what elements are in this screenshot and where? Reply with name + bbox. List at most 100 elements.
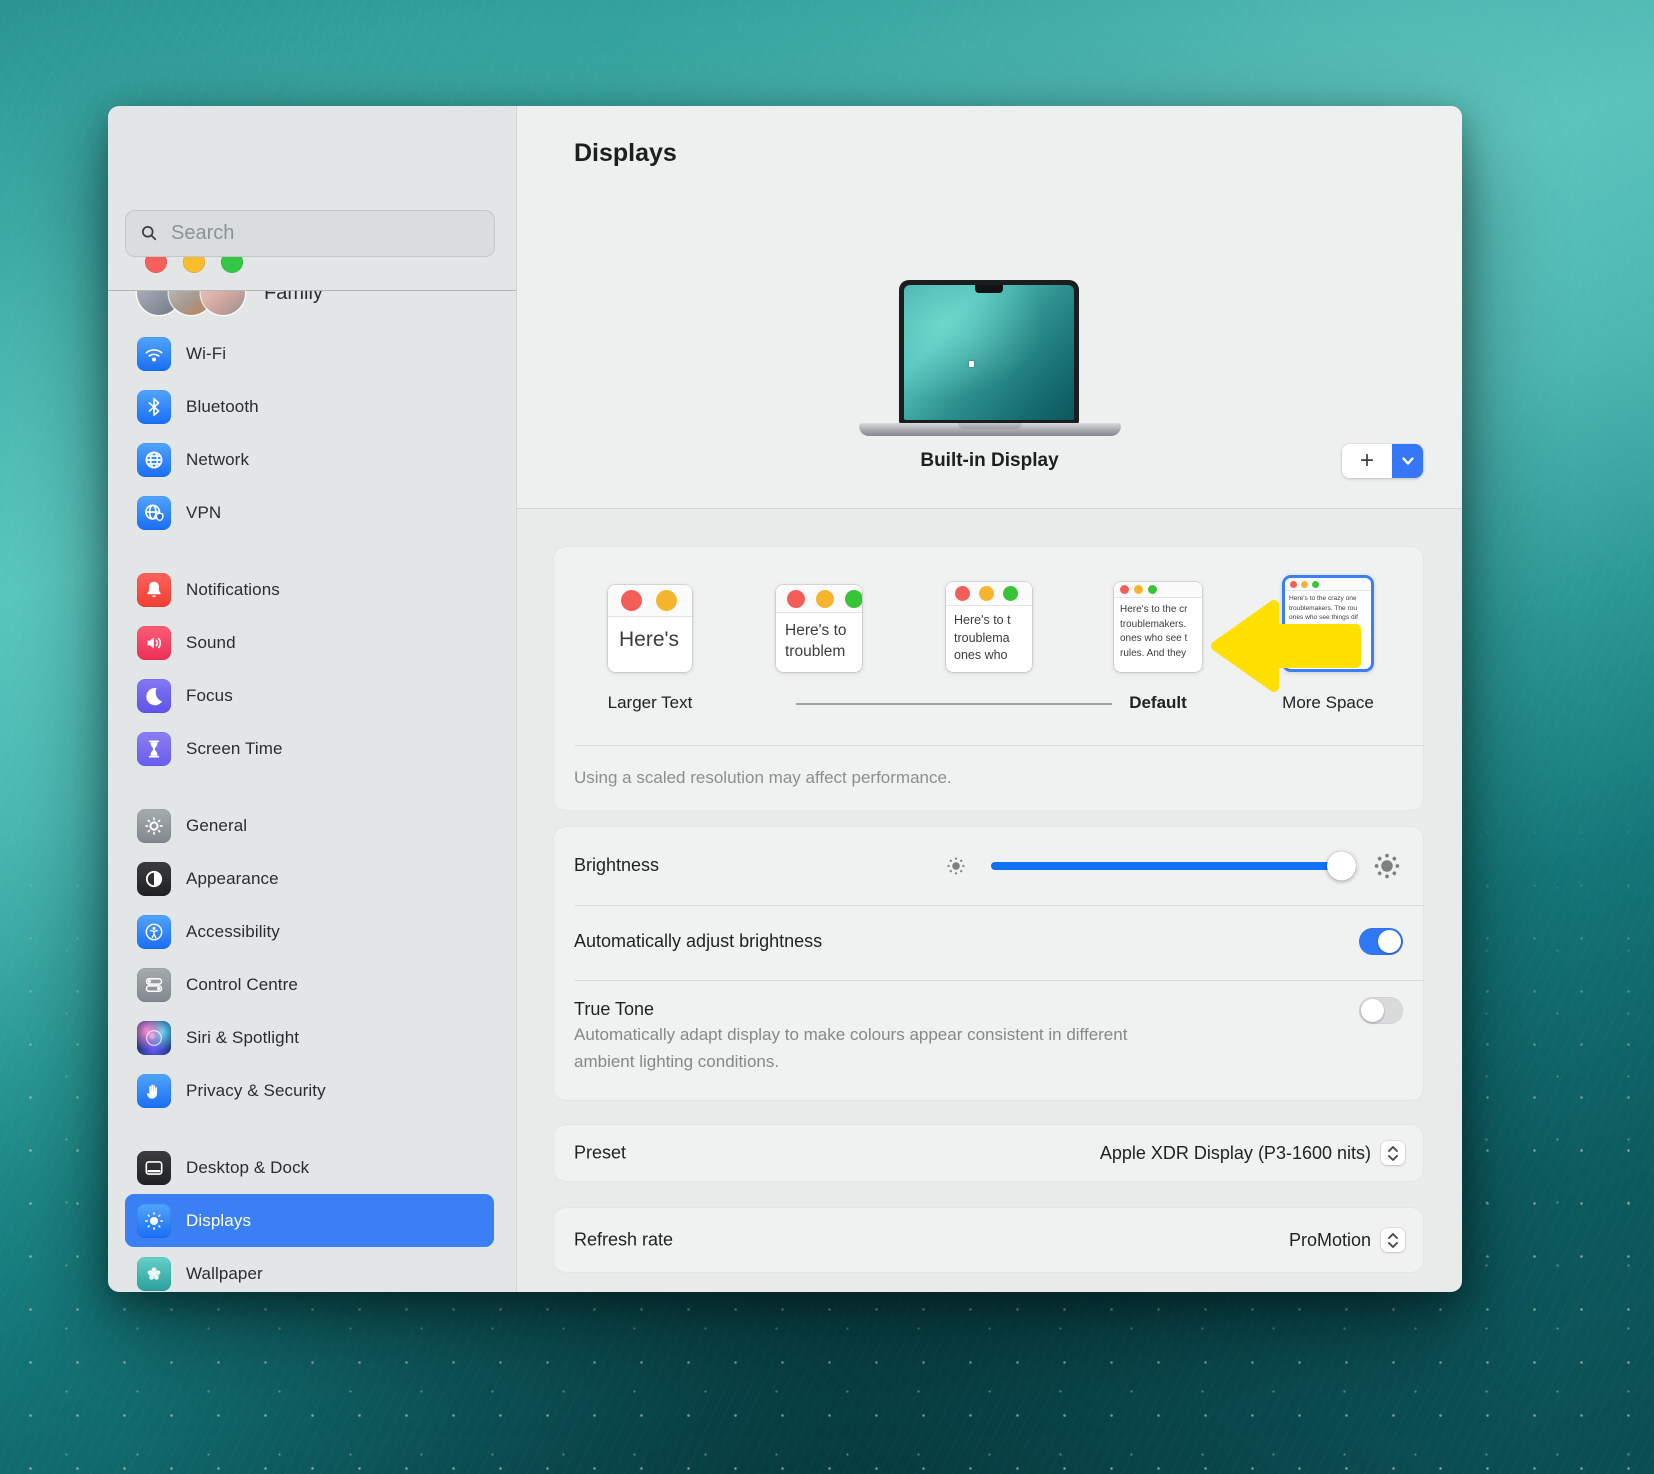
family-label: Family (264, 290, 323, 305)
sidebar-item-privacy-security[interactable]: Privacy & Security (125, 1064, 494, 1117)
add-display-dropdown[interactable] (1392, 444, 1423, 478)
sidebar-group-alerts: Notifications Sound Focus (108, 563, 516, 775)
auto-brightness-toggle[interactable] (1359, 928, 1403, 955)
vpn-globe-shield-icon (137, 496, 171, 530)
sun-max-icon (1372, 851, 1402, 886)
divider (574, 745, 1423, 746)
sidebar-item-wallpaper[interactable]: Wallpaper (125, 1247, 494, 1292)
page-title: Displays (574, 139, 677, 168)
speaker-icon (137, 626, 171, 660)
refresh-rate-stepper[interactable] (1381, 1228, 1405, 1252)
accessibility-icon (137, 915, 171, 949)
sidebar-item-appearance[interactable]: Appearance (125, 852, 494, 905)
preset-card: Preset Apple XDR Display (P3-1600 nits) (554, 1125, 1423, 1181)
sidebar-item-notifications[interactable]: Notifications (125, 563, 494, 616)
yellow-dot-icon (656, 590, 677, 611)
true-tone-label: True Tone (574, 999, 654, 1020)
yellow-dot-icon (1301, 581, 1308, 588)
thumb-titlebar (608, 585, 692, 617)
desktop-dock-icon (137, 1151, 171, 1185)
sidebar-item-sound[interactable]: Sound (125, 616, 494, 669)
toggle-knob (1378, 930, 1401, 953)
chevron-down-icon (1401, 456, 1415, 466)
sidebar-item-screen-time[interactable]: Screen Time (125, 722, 494, 775)
thumb-titlebar (1285, 578, 1371, 591)
wallpaper-flower-icon (137, 1257, 171, 1291)
sidebar-item-wifi[interactable]: Wi-Fi (125, 327, 494, 380)
brightness-card: Brightness Automatically adjust brightne… (554, 827, 1423, 1100)
true-tone-description: Automatically adapt display to make colo… (574, 1021, 1127, 1075)
red-dot-icon (1120, 585, 1129, 594)
resolution-note: Using a scaled resolution may affect per… (574, 768, 952, 788)
display-preview-image (899, 280, 1079, 425)
add-display-button[interactable]: + (1342, 444, 1392, 478)
resolution-scale-line (796, 703, 1112, 705)
hourglass-icon (137, 732, 171, 766)
family-avatars (137, 290, 245, 315)
resolution-option-larger-text[interactable]: Here's (608, 585, 692, 672)
green-dot-icon (1003, 586, 1018, 601)
sidebar-item-siri-spotlight[interactable]: Siri & Spotlight (125, 1011, 494, 1064)
laptop-screen (904, 285, 1074, 420)
laptop-notch (975, 285, 1003, 293)
annotation-arrow-icon (1210, 597, 1368, 697)
sidebar-item-family[interactable]: Family (125, 290, 516, 321)
brightness-knob[interactable] (1327, 852, 1356, 881)
preset-stepper[interactable] (1381, 1141, 1405, 1165)
laptop-base (859, 423, 1121, 436)
red-dot-icon (621, 590, 642, 611)
search-icon (139, 223, 160, 244)
sidebar-item-displays[interactable]: Displays (125, 1194, 494, 1247)
divider (574, 980, 1423, 981)
sidebar-item-general[interactable]: General (125, 799, 494, 852)
auto-brightness-label: Automatically adjust brightness (574, 931, 822, 952)
thumb-text: Here's (608, 617, 692, 652)
thumb-text: Here's to t troublema ones who (946, 606, 1032, 665)
true-tone-toggle[interactable] (1359, 997, 1403, 1024)
bell-icon (137, 573, 171, 607)
system-settings-window: Family Wi-Fi Bluetooth (108, 106, 1462, 1292)
thumb-titlebar (1114, 582, 1202, 598)
sidebar-item-accessibility[interactable]: Accessibility (125, 905, 494, 958)
sidebar-item-focus[interactable]: Focus (125, 669, 494, 722)
green-dot-icon (1312, 581, 1319, 588)
refresh-rate-value: ProMotion (1289, 1230, 1371, 1251)
wifi-icon (137, 337, 171, 371)
thumb-text: Here's to the cr troublemakers. ones who… (1114, 598, 1202, 661)
bluetooth-icon (137, 390, 171, 424)
sun-min-icon (944, 854, 968, 883)
device-name: Built-in Display (517, 450, 1462, 472)
sidebar-item-vpn[interactable]: VPN (125, 486, 494, 539)
refresh-rate-label: Refresh rate (574, 1230, 673, 1251)
resolution-option-3[interactable]: Here's to t troublema ones who (946, 582, 1032, 672)
hand-icon (137, 1074, 171, 1108)
divider (517, 508, 1462, 509)
search-input[interactable] (169, 221, 463, 246)
control-centre-icon (137, 968, 171, 1002)
brightness-slider[interactable] (991, 862, 1359, 870)
sidebar-group-connectivity: Wi-Fi Bluetooth Network (108, 327, 516, 539)
red-dot-icon (787, 590, 805, 608)
divider (574, 905, 1423, 906)
resolution-option-2[interactable]: Here's to troublem (776, 585, 862, 672)
sidebar-scroll[interactable]: Family Wi-Fi Bluetooth (108, 290, 516, 1292)
yellow-dot-icon (816, 590, 834, 608)
gear-icon (137, 809, 171, 843)
search-field[interactable] (125, 210, 495, 257)
sidebar-item-control-centre[interactable]: Control Centre (125, 958, 494, 1011)
sidebar-item-bluetooth[interactable]: Bluetooth (125, 380, 494, 433)
red-dot-icon (955, 586, 970, 601)
avatar (201, 290, 245, 315)
add-display-control: + (1342, 444, 1423, 478)
displays-pane: Displays Built-in Display + (517, 106, 1462, 1292)
resolution-card: Here's Here's to troublem (554, 547, 1423, 810)
preset-label: Preset (574, 1143, 626, 1164)
preset-value: Apple XDR Display (P3-1600 nits) (1100, 1143, 1371, 1164)
resolution-option-default[interactable]: Here's to the cr troublemakers. ones who… (1114, 582, 1202, 672)
thumb-titlebar (946, 582, 1032, 606)
sidebar-item-desktop-dock[interactable]: Desktop & Dock (125, 1141, 494, 1194)
sidebar-group-desktop: Desktop & Dock Displays Wallpaper (108, 1141, 516, 1292)
siri-icon (137, 1021, 171, 1055)
sidebar-item-network[interactable]: Network (125, 433, 494, 486)
sidebar-group-system: General Appearance Accessibility (108, 799, 516, 1117)
